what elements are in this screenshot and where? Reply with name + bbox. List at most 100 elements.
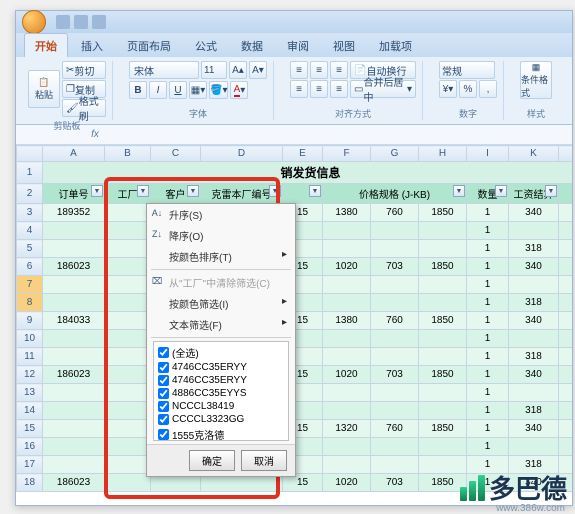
cell[interactable]	[323, 294, 371, 312]
check-option[interactable]: NCCCL38419	[156, 400, 286, 413]
col-header[interactable]	[559, 146, 573, 162]
cell[interactable]: 703	[371, 366, 419, 384]
row-header[interactable]: 16	[17, 438, 43, 456]
cell[interactable]	[419, 384, 467, 402]
col-header[interactable]: H	[419, 146, 467, 162]
header-cell[interactable]: 价格规格 (J-KB)▼	[323, 184, 467, 204]
cell[interactable]	[105, 312, 151, 330]
sheet-title[interactable]: 销发货信息	[43, 162, 573, 184]
cell[interactable]	[323, 276, 371, 294]
cell[interactable]: 186023	[43, 366, 105, 384]
cell[interactable]: 340	[509, 312, 559, 330]
cell[interactable]	[371, 276, 419, 294]
cell[interactable]	[43, 384, 105, 402]
cell[interactable]	[43, 294, 105, 312]
cell[interactable]	[509, 222, 559, 240]
cell[interactable]	[371, 384, 419, 402]
tab-formula[interactable]: 公式	[184, 33, 228, 57]
checkbox[interactable]	[158, 429, 169, 440]
cell[interactable]	[419, 330, 467, 348]
shrink-font-button[interactable]: A▾	[249, 61, 267, 79]
select-all-cell[interactable]	[17, 146, 43, 162]
align-mid-button[interactable]: ≡	[310, 61, 328, 79]
tab-addins[interactable]: 加载项	[368, 33, 423, 57]
cell[interactable]	[43, 222, 105, 240]
cell[interactable]	[419, 276, 467, 294]
cell[interactable]: 1850	[419, 258, 467, 276]
row-header[interactable]: 5	[17, 240, 43, 258]
filter-color-item[interactable]: 按颜色筛选(I)▸	[147, 293, 295, 314]
row-header[interactable]: 10	[17, 330, 43, 348]
cell[interactable]: 760	[371, 204, 419, 222]
header-cell[interactable]: 订单号▼	[43, 184, 105, 204]
border-button[interactable]: ▦▾	[189, 81, 207, 99]
fx-icon[interactable]: fx	[86, 129, 104, 140]
cell[interactable]	[43, 420, 105, 438]
cell[interactable]	[371, 294, 419, 312]
italic-button[interactable]: I	[149, 81, 167, 99]
col-header[interactable]: E	[283, 146, 323, 162]
cell[interactable]: 340	[509, 420, 559, 438]
font-size-input[interactable]	[201, 61, 227, 79]
cell[interactable]: 1	[467, 222, 509, 240]
check-option[interactable]: 4886CC35EYYS	[156, 387, 286, 400]
cell[interactable]	[371, 348, 419, 366]
header-cell[interactable]: 克雷本厂编号▼	[201, 184, 283, 204]
cell[interactable]: 184033	[43, 312, 105, 330]
col-header[interactable]: D	[201, 146, 283, 162]
cell[interactable]	[323, 222, 371, 240]
cell[interactable]: 1	[467, 348, 509, 366]
cell[interactable]: 1020	[323, 258, 371, 276]
cell[interactable]: 1	[467, 366, 509, 384]
cell[interactable]: 318	[509, 294, 559, 312]
row-header[interactable]: 6	[17, 258, 43, 276]
col-header[interactable]: K	[509, 146, 559, 162]
checkbox[interactable]	[158, 401, 169, 412]
filter-arrow-icon[interactable]: ▼	[545, 185, 557, 197]
cell[interactable]	[419, 240, 467, 258]
cell[interactable]: 703	[371, 474, 419, 492]
align-right-button[interactable]: ≡	[330, 80, 348, 98]
tab-review[interactable]: 审阅	[276, 33, 320, 57]
align-center-button[interactable]: ≡	[310, 80, 328, 98]
cell[interactable]	[105, 204, 151, 222]
filter-arrow-icon[interactable]: ▼	[495, 185, 507, 197]
cell[interactable]	[419, 222, 467, 240]
header-cell[interactable]: 客户▼	[151, 184, 201, 204]
cell[interactable]	[559, 294, 573, 312]
sort-desc-item[interactable]: Z↓降序(O)	[147, 225, 295, 246]
percent-button[interactable]: %	[459, 80, 477, 98]
cell[interactable]: 1	[467, 240, 509, 258]
row-header[interactable]: 11	[17, 348, 43, 366]
col-header[interactable]: A	[43, 146, 105, 162]
cell[interactable]	[323, 384, 371, 402]
cell[interactable]: 1	[467, 420, 509, 438]
cell[interactable]	[323, 402, 371, 420]
cell[interactable]: 318	[509, 402, 559, 420]
cell[interactable]: 340	[509, 366, 559, 384]
cell[interactable]: 318	[509, 240, 559, 258]
checkbox[interactable]	[158, 414, 169, 425]
check-option[interactable]: 4746CC35ERYY	[156, 361, 286, 374]
row-header[interactable]: 7	[17, 276, 43, 294]
cell[interactable]	[105, 402, 151, 420]
cell[interactable]	[371, 330, 419, 348]
filter-arrow-icon[interactable]: ▼	[453, 185, 465, 197]
cell[interactable]	[105, 438, 151, 456]
cell[interactable]	[323, 240, 371, 258]
font-color-button[interactable]: A▾	[230, 81, 248, 99]
filter-arrow-icon[interactable]: ▼	[91, 185, 103, 197]
cell[interactable]	[559, 330, 573, 348]
cell[interactable]	[43, 456, 105, 474]
cell[interactable]	[559, 204, 573, 222]
cell[interactable]	[105, 276, 151, 294]
row-header[interactable]: 8	[17, 294, 43, 312]
cell[interactable]	[559, 222, 573, 240]
filter-arrow-icon[interactable]: ▼	[269, 185, 281, 197]
bold-button[interactable]: B	[129, 81, 147, 99]
sort-asc-item[interactable]: A↓升序(S)	[147, 204, 295, 225]
header-cell[interactable]: 数量▼	[467, 184, 509, 204]
col-header[interactable]: B	[105, 146, 151, 162]
merge-center-button[interactable]: ▭ 合并后居中▾	[350, 80, 416, 98]
row-header[interactable]: 17	[17, 456, 43, 474]
